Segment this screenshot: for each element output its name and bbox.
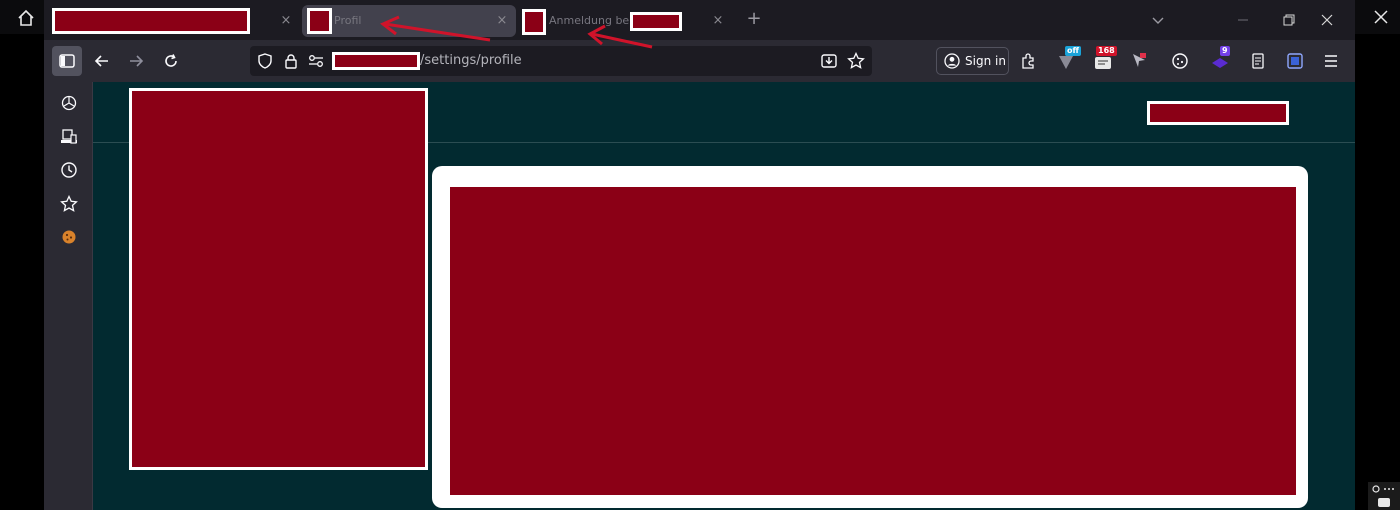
page-content: [93, 82, 1355, 510]
document-icon: [1252, 53, 1264, 69]
extension-purple-button[interactable]: 9: [1209, 46, 1231, 72]
account-icon: [944, 53, 960, 69]
close-icon: [1374, 10, 1388, 24]
badge-count-2: 9: [1220, 46, 1230, 56]
extensions-icon: [1022, 53, 1034, 69]
permissions-icon: [309, 55, 323, 67]
save-page-button[interactable]: [820, 52, 838, 70]
tab-strip: × Profil × Anmeldung bei × +: [44, 0, 1355, 40]
sign-in-label: Sign in: [965, 54, 1006, 68]
browser-window: × Profil × Anmeldung bei × + /settings/p…: [44, 0, 1355, 510]
tab-close-button[interactable]: ×: [278, 13, 294, 29]
tab-anmeldung[interactable]: Anmeldung bei ×: [518, 5, 732, 37]
reload-button[interactable]: [156, 46, 186, 76]
redacted-tab-title: [52, 8, 250, 34]
synced-tabs-icon: [61, 129, 77, 144]
redacted-url-host: [332, 52, 420, 70]
extensions-button[interactable]: [1018, 50, 1040, 72]
sidebar-cookie-button[interactable]: [59, 227, 79, 247]
restore-button[interactable]: [1280, 11, 1298, 29]
chatgpt-icon: [61, 95, 77, 111]
tab-close-button[interactable]: ×: [494, 13, 510, 29]
browser-sidebar: [44, 82, 93, 510]
sidebar-toggle-icon: [59, 54, 75, 68]
corner-widget[interactable]: [1368, 482, 1400, 510]
tab-close-button[interactable]: ×: [710, 13, 726, 29]
badge-count-1: 168: [1096, 46, 1117, 56]
back-arrow-icon: [94, 55, 108, 67]
window-close-button[interactable]: [1318, 11, 1336, 29]
sidebar-history-button[interactable]: [59, 160, 79, 180]
home-icon: [18, 9, 34, 26]
menu-icon: [1325, 55, 1337, 67]
os-close-button[interactable]: [1368, 4, 1394, 30]
tab-1[interactable]: ×: [50, 5, 296, 37]
cookie-extension-button[interactable]: [1169, 50, 1191, 72]
profile-card: [432, 166, 1308, 508]
extension-arrow-button[interactable]: [1128, 50, 1150, 72]
permissions-button[interactable]: [308, 54, 324, 68]
cookie-icon: [62, 230, 76, 244]
minimize-button[interactable]: [1234, 11, 1252, 29]
redacted-tab-title-suffix: [630, 12, 682, 31]
redacted-favicon: [522, 9, 546, 35]
navigation-toolbar: /settings/profile Sign in off 168 9: [44, 40, 1355, 82]
lock-icon: [285, 54, 297, 69]
extension-blue-button[interactable]: [1284, 50, 1306, 72]
url-path: /settings/profile: [420, 53, 522, 68]
site-security-button[interactable]: [283, 53, 299, 69]
extension-off-button[interactable]: off: [1055, 46, 1081, 72]
list-all-tabs-button[interactable]: [1149, 11, 1167, 29]
sidebar-bookmarks-button[interactable]: [59, 194, 79, 214]
back-button[interactable]: [87, 46, 117, 76]
redacted-header-element: [1147, 101, 1289, 125]
tab-title: Profil: [334, 14, 362, 27]
shield-icon: [258, 53, 272, 69]
extension-blue-icon: [1287, 53, 1303, 69]
badge-off: off: [1065, 46, 1081, 56]
tracking-protection-button[interactable]: [257, 53, 273, 69]
sidebar-chatbot-button[interactable]: [59, 93, 79, 113]
new-tab-button[interactable]: +: [744, 9, 764, 29]
tab-profil[interactable]: Profil ×: [302, 5, 516, 37]
minimize-icon: [1238, 19, 1248, 21]
link-icon: [1372, 485, 1394, 507]
history-icon: [61, 162, 77, 178]
redacted-favicon: [307, 8, 332, 34]
reader-extension-button[interactable]: [1247, 50, 1269, 72]
chevron-down-icon: [1152, 17, 1164, 24]
sidebar-toggle-button[interactable]: [52, 46, 82, 76]
sign-in-button[interactable]: Sign in: [936, 47, 1009, 75]
home-button[interactable]: [10, 6, 42, 30]
redacted-left-panel: [129, 88, 428, 470]
bookmarks-icon: [60, 195, 78, 212]
reload-icon: [165, 54, 177, 67]
app-menu-button[interactable]: [1320, 50, 1342, 72]
forward-arrow-icon: [130, 55, 144, 67]
save-page-icon: [821, 54, 837, 68]
close-icon: [1321, 14, 1333, 26]
sidebar-synced-tabs-button[interactable]: [59, 127, 79, 147]
url-bar[interactable]: /settings/profile: [250, 46, 872, 76]
cookie-icon: [1172, 53, 1188, 69]
restore-icon: [1283, 14, 1295, 26]
extension-counter-button[interactable]: 168: [1092, 46, 1117, 72]
extension-arrow-icon: [1133, 53, 1146, 67]
redacted-profile-content: [450, 187, 1296, 495]
forward-button[interactable]: [121, 46, 151, 76]
bookmark-button[interactable]: [847, 52, 865, 70]
bookmark-star-icon: [847, 52, 865, 69]
tab-title: Anmeldung bei: [549, 14, 633, 27]
